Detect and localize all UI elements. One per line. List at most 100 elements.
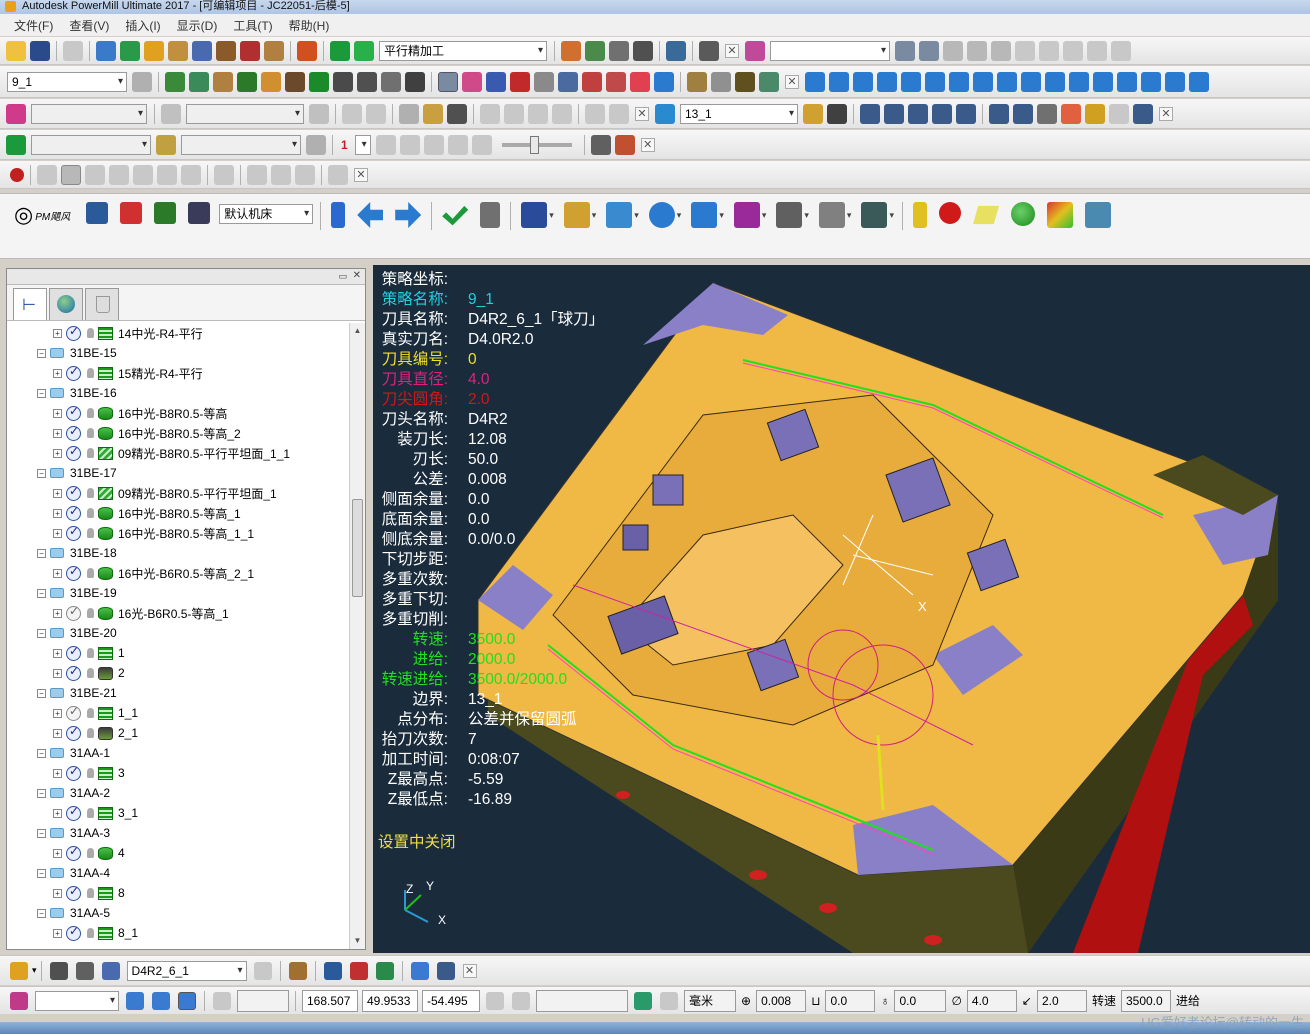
first-icon[interactable]: [331, 202, 346, 228]
expand-icon[interactable]: +: [53, 768, 62, 778]
transform-icon[interactable]: [666, 40, 686, 61]
lightbulb-icon[interactable]: [87, 428, 94, 438]
toolpath-item[interactable]: +1: [7, 643, 349, 663]
limit-icon[interactable]: [213, 71, 233, 92]
group-icon[interactable]: [877, 71, 897, 92]
mirror-icon[interactable]: [997, 71, 1017, 92]
expand-icon[interactable]: +: [53, 648, 62, 658]
close-toolbar-5-button[interactable]: ✕: [640, 137, 655, 152]
pan-icon[interactable]: [1141, 71, 1161, 92]
collapse-icon[interactable]: −: [37, 788, 46, 798]
box-icon[interactable]: [932, 103, 952, 124]
simulation-path-combo[interactable]: [31, 134, 151, 155]
pattern-add-icon[interactable]: [919, 40, 939, 61]
menu-file[interactable]: 文件(F): [6, 17, 61, 34]
expand-icon[interactable]: +: [53, 608, 62, 618]
toolpath-select-combo[interactable]: 9_1: [7, 71, 127, 92]
viewmill-10-icon[interactable]: [271, 164, 291, 185]
snap-3-icon[interactable]: [178, 991, 196, 1010]
gauge-icon[interactable]: [759, 71, 779, 92]
curve-icon[interactable]: [860, 103, 880, 124]
graphics-viewport[interactable]: X 策略坐标: 策略名称: 9_1 刀具名称: D4R2_6_1「球刀」 真实刀名: D4.…: [373, 265, 1310, 953]
go-start-icon[interactable]: [375, 134, 396, 155]
model-icon[interactable]: [1063, 40, 1083, 61]
tree-folder[interactable]: − 31BE-19: [7, 583, 349, 603]
expand-icon[interactable]: +: [53, 928, 62, 938]
expand-icon[interactable]: +: [53, 328, 62, 338]
step-back-icon[interactable]: [399, 134, 420, 155]
collapse-icon[interactable]: −: [37, 688, 46, 698]
close-toolbar-4-button[interactable]: ✕: [1159, 106, 1173, 121]
line-icon[interactable]: [853, 71, 873, 92]
calculator-icon[interactable]: [609, 40, 629, 61]
menu-tools[interactable]: 工具(T): [225, 17, 280, 34]
plugin-save-icon[interactable]: [86, 202, 109, 224]
zoom-icon[interactable]: [687, 71, 707, 92]
end-point-icon[interactable]: [240, 40, 260, 61]
lightbulb-icon[interactable]: [87, 608, 94, 618]
fit-icon[interactable]: [1165, 71, 1185, 92]
toolpath-item[interactable]: +16中光-B8R0.5-等高_2: [7, 423, 349, 443]
scroll-up-icon[interactable]: ▲: [350, 323, 365, 339]
step-forward-icon[interactable]: [447, 134, 468, 155]
leads-links-icon[interactable]: [192, 40, 212, 61]
hammer-icon[interactable]: [288, 961, 307, 980]
surface-icon[interactable]: [956, 103, 976, 124]
pattern-combo[interactable]: [770, 40, 890, 61]
simulation-record-icon[interactable]: [614, 134, 635, 155]
simulation-tool-icon[interactable]: [156, 134, 176, 155]
dimension-icon[interactable]: [949, 71, 969, 92]
expand-icon[interactable]: +: [53, 528, 62, 538]
tab-globe[interactable]: [49, 288, 83, 320]
draft-shade-icon[interactable]: [462, 71, 482, 92]
close-panel-icon[interactable]: ✕: [353, 270, 361, 281]
collapse-icon[interactable]: −: [37, 828, 46, 838]
collapse-icon[interactable]: −: [37, 388, 46, 398]
expand-icon[interactable]: +: [53, 808, 62, 818]
tool-type-icon[interactable]: [10, 961, 28, 980]
boundary-icon[interactable]: [1015, 40, 1035, 61]
level-icon[interactable]: [1111, 40, 1131, 61]
lightbulb-icon[interactable]: [87, 808, 94, 818]
next-arrow-icon[interactable]: [395, 202, 422, 228]
viewmill-11-icon[interactable]: [295, 164, 315, 185]
collapse-icon[interactable]: −: [37, 748, 46, 758]
collapse-icon[interactable]: −: [37, 908, 46, 918]
lightbulb-icon[interactable]: [87, 368, 94, 378]
toolpath-item[interactable]: +1_1: [7, 703, 349, 723]
split-icon[interactable]: [261, 71, 281, 92]
grid-snap-icon[interactable]: [213, 991, 231, 1010]
plugin-list-icon[interactable]: [188, 202, 211, 224]
lightbulb-icon[interactable]: [87, 408, 94, 418]
eye-icon[interactable]: [1069, 71, 1089, 92]
toolpath-item[interactable]: +16中光-B8R0.5-等高_1_1: [7, 523, 349, 543]
min-radius-icon[interactable]: [582, 71, 602, 92]
snap-2-icon[interactable]: [152, 991, 170, 1010]
toolpath-item[interactable]: +2_1: [7, 723, 349, 743]
lightbulb-icon[interactable]: [87, 528, 94, 538]
lightbulb-icon[interactable]: [87, 648, 94, 658]
rapid-move-icon[interactable]: [120, 40, 140, 61]
viewmill-1-icon[interactable]: [37, 164, 57, 185]
red-stock-icon[interactable]: [630, 71, 650, 92]
ncprogram-icon[interactable]: [264, 40, 284, 61]
tree-folder[interactable]: − 31AA-3: [7, 823, 349, 843]
menu-display[interactable]: 显示(D): [169, 17, 226, 34]
scroll-down-icon[interactable]: ▼: [350, 933, 365, 949]
menu-help[interactable]: 帮助(H): [281, 17, 338, 34]
copy-icon[interactable]: [1117, 71, 1137, 92]
collapse-icon[interactable]: −: [37, 588, 46, 598]
step-combo[interactable]: [354, 134, 371, 155]
toolpath-item[interactable]: +14中光-R4-平行: [7, 323, 349, 343]
menu-insert[interactable]: 插入(I): [117, 17, 168, 34]
open-project-icon[interactable]: [6, 40, 26, 61]
hand-tool-icon[interactable]: [563, 202, 590, 228]
print-icon[interactable]: [63, 40, 83, 61]
tool-db-icon[interactable]: [49, 961, 68, 980]
record-icon[interactable]: [10, 167, 24, 182]
close-tool-toolbar-button[interactable]: ✕: [462, 963, 477, 978]
simulation-panel-icon[interactable]: [590, 134, 611, 155]
workplane-icon[interactable]: [1189, 71, 1209, 92]
toolpath-item[interactable]: +16中光-B8R0.5-等高: [7, 403, 349, 423]
toolpath-item[interactable]: +09精光-B8R0.5-平行平坦面_1_1: [7, 443, 349, 463]
